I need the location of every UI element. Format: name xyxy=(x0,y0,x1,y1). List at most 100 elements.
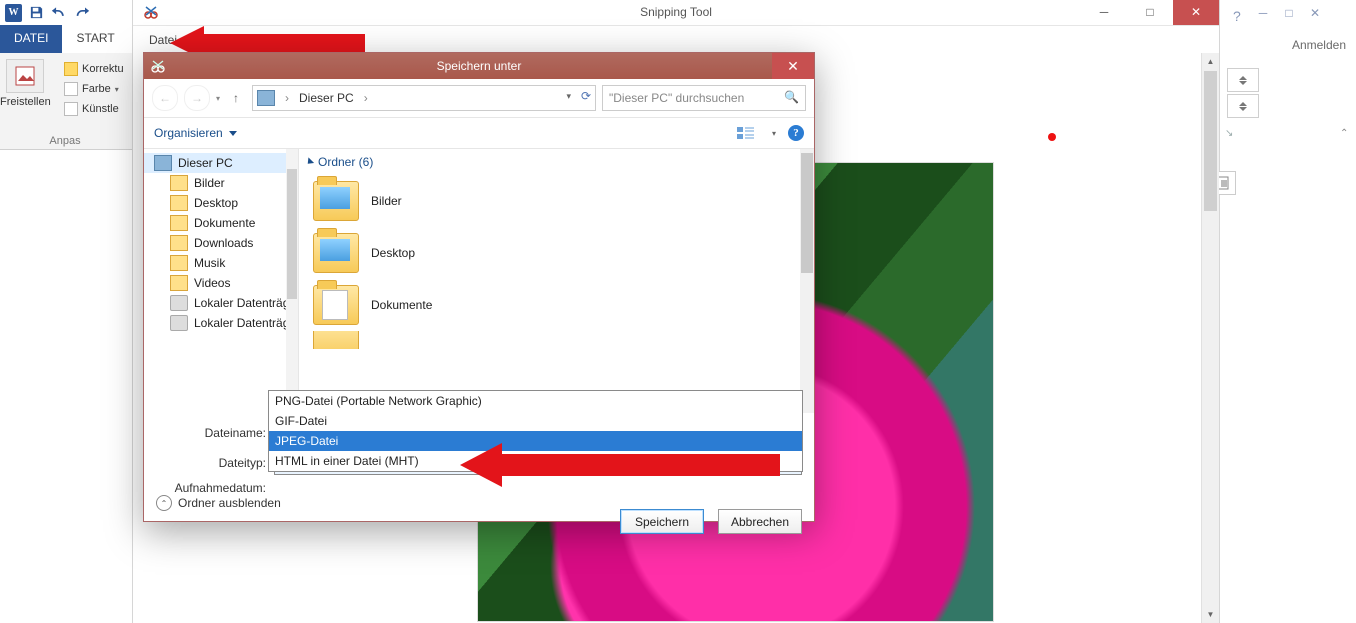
minimize-button[interactable]: ─ xyxy=(1081,0,1127,25)
snipping-window-controls: ─ □ ✕ xyxy=(1081,0,1219,25)
remove-background-button[interactable]: Freistellen xyxy=(0,59,50,108)
dialog-close-button[interactable]: ✕ xyxy=(772,53,814,79)
dialog-titlebar[interactable]: Speichern unter ✕ xyxy=(144,53,814,79)
search-icon[interactable]: 🔍 xyxy=(784,90,799,104)
tree-item[interactable]: Downloads xyxy=(144,233,298,253)
undo-icon[interactable] xyxy=(51,4,68,21)
redo-icon[interactable] xyxy=(74,4,91,21)
outer-close[interactable]: ✕ xyxy=(1308,6,1322,20)
search-input[interactable]: "Dieser PC" durchsuchen 🔍 xyxy=(602,85,806,111)
folder-item[interactable]: Dokumente xyxy=(299,279,814,331)
organize-menu[interactable]: Organisieren xyxy=(154,126,237,140)
word-quick-access-toolbar: W xyxy=(0,0,137,25)
hide-folders-toggle[interactable]: ⌃ Ordner ausblenden xyxy=(156,495,281,511)
folder-icon xyxy=(313,233,359,273)
tree-item-label: Videos xyxy=(194,276,230,290)
folder-item[interactable]: Desktop xyxy=(299,227,814,279)
breadcrumb-separator-icon[interactable] xyxy=(360,91,372,105)
ribbon-group-label: Anpas xyxy=(0,135,130,147)
refresh-icon[interactable]: ⟳ xyxy=(581,89,591,103)
tree-item-label: Bilder xyxy=(194,176,225,190)
recdate-label: Aufnahmedatum: xyxy=(156,481,274,495)
outer-help-icon[interactable]: ? xyxy=(1233,8,1241,24)
tree-item[interactable]: Videos xyxy=(144,273,298,293)
artistic-button[interactable]: Künstle xyxy=(64,99,124,119)
tree-item[interactable]: Musik xyxy=(144,253,298,273)
nav-forward-button[interactable]: → xyxy=(184,85,210,111)
filetype-dropdown-list[interactable]: PNG-Datei (Portable Network Graphic)GIF-… xyxy=(268,390,803,472)
tree-item-label: Dieser PC xyxy=(178,156,233,170)
filename-label: Dateiname: xyxy=(156,426,274,440)
color-button[interactable]: Farbe▾ xyxy=(64,79,124,99)
drive-icon xyxy=(170,315,188,331)
search-placeholder: "Dieser PC" durchsuchen xyxy=(609,91,744,105)
folder-item[interactable] xyxy=(299,331,814,349)
outer-restore[interactable]: □ xyxy=(1282,6,1296,20)
ribbon-stepper[interactable] xyxy=(1227,94,1259,118)
folder-content[interactable]: Ordner (6) BilderDesktopDokumente xyxy=(299,149,814,413)
scrollbar-thumb[interactable] xyxy=(1204,71,1217,211)
tree-item[interactable]: Bilder xyxy=(144,173,298,193)
signin-link[interactable]: Anmelden xyxy=(1292,38,1346,52)
help-icon[interactable]: ? xyxy=(788,125,804,141)
tree-item-label: Lokaler Datenträge xyxy=(194,316,296,330)
filetype-option[interactable]: HTML in einer Datei (MHT) xyxy=(269,451,802,471)
chevron-up-icon: ⌃ xyxy=(156,495,172,511)
address-dropdown-icon[interactable]: ▾ xyxy=(566,91,571,102)
dialog-toolbar: Organisieren ▾ ? xyxy=(144,118,814,149)
canvas-scrollbar[interactable]: ▲ ▼ xyxy=(1201,53,1219,623)
tree-item[interactable]: Lokaler Datenträge xyxy=(144,313,298,333)
snipping-titlebar[interactable]: Snipping Tool ─ □ ✕ xyxy=(133,0,1219,25)
nav-up-button[interactable]: ↑ xyxy=(226,91,246,105)
scrollbar-thumb[interactable] xyxy=(287,169,297,299)
adjust-stack: Korrektu Farbe▾ Künstle xyxy=(64,59,124,119)
snipping-menubar: Datei xyxy=(133,25,1219,55)
scrollbar-thumb[interactable] xyxy=(801,153,813,273)
folder-icon xyxy=(313,331,359,349)
annotation-dot xyxy=(1048,133,1056,141)
tree-item[interactable]: Desktop xyxy=(144,193,298,213)
folder-icon xyxy=(313,285,359,325)
tab-file[interactable]: DATEI xyxy=(0,25,62,53)
dialog-app-icon xyxy=(150,57,166,73)
tree-item[interactable]: Dieser PC xyxy=(144,153,298,173)
tree-item[interactable]: Dokumente xyxy=(144,213,298,233)
change-view-button[interactable] xyxy=(732,123,760,143)
address-bar[interactable]: Dieser PC ▾ ⟳ xyxy=(252,85,596,111)
change-view-dropdown-icon[interactable]: ▾ xyxy=(772,129,776,138)
scroll-down-icon[interactable]: ▼ xyxy=(1202,606,1219,623)
save-button[interactable]: Speichern xyxy=(620,509,704,534)
cancel-button[interactable]: Abbrechen xyxy=(718,509,802,534)
filetype-option[interactable]: PNG-Datei (Portable Network Graphic) xyxy=(269,391,802,411)
word-logo-icon: W xyxy=(5,4,22,21)
filetype-option[interactable]: JPEG-Datei xyxy=(269,431,802,451)
tree-item[interactable]: Lokaler Datenträge xyxy=(144,293,298,313)
tree-scrollbar[interactable] xyxy=(286,149,298,413)
folder-item[interactable]: Bilder xyxy=(299,175,814,227)
scroll-up-icon[interactable]: ▲ xyxy=(1202,53,1219,70)
folder-icon xyxy=(170,255,188,271)
close-button[interactable]: ✕ xyxy=(1173,0,1219,25)
outer-minimize[interactable]: ─ xyxy=(1256,6,1270,20)
pc-icon xyxy=(154,155,172,171)
filetype-option[interactable]: GIF-Datei xyxy=(269,411,802,431)
tab-start[interactable]: START xyxy=(62,25,128,53)
content-scrollbar[interactable] xyxy=(800,149,814,413)
corrections-button[interactable]: Korrektu xyxy=(64,59,124,79)
save-icon[interactable] xyxy=(28,4,45,21)
breadcrumb-location[interactable]: Dieser PC xyxy=(299,91,354,105)
ribbon-group-anchor-icon[interactable]: ↘ xyxy=(1225,128,1233,139)
folder-icon xyxy=(170,175,188,191)
folder-tree[interactable]: Dieser PC Bilder DesktopDokumenteDownloads… xyxy=(144,149,299,413)
ribbon-collapse-icon[interactable]: ⌃ xyxy=(1340,128,1348,139)
tree-item-label: Musik xyxy=(194,256,225,270)
menu-datei[interactable]: Datei xyxy=(143,29,183,51)
outer-window-controls: ─ □ ✕ xyxy=(1256,6,1322,20)
breadcrumb-separator-icon[interactable] xyxy=(281,91,293,105)
hide-folders-label: Ordner ausblenden xyxy=(178,496,281,510)
maximize-button[interactable]: □ xyxy=(1127,0,1173,25)
nav-back-button[interactable]: ← xyxy=(152,85,178,111)
content-group-header[interactable]: Ordner (6) xyxy=(299,149,814,175)
ribbon-stepper[interactable] xyxy=(1227,68,1259,92)
nav-history-dropdown-icon[interactable]: ▾ xyxy=(216,94,220,103)
